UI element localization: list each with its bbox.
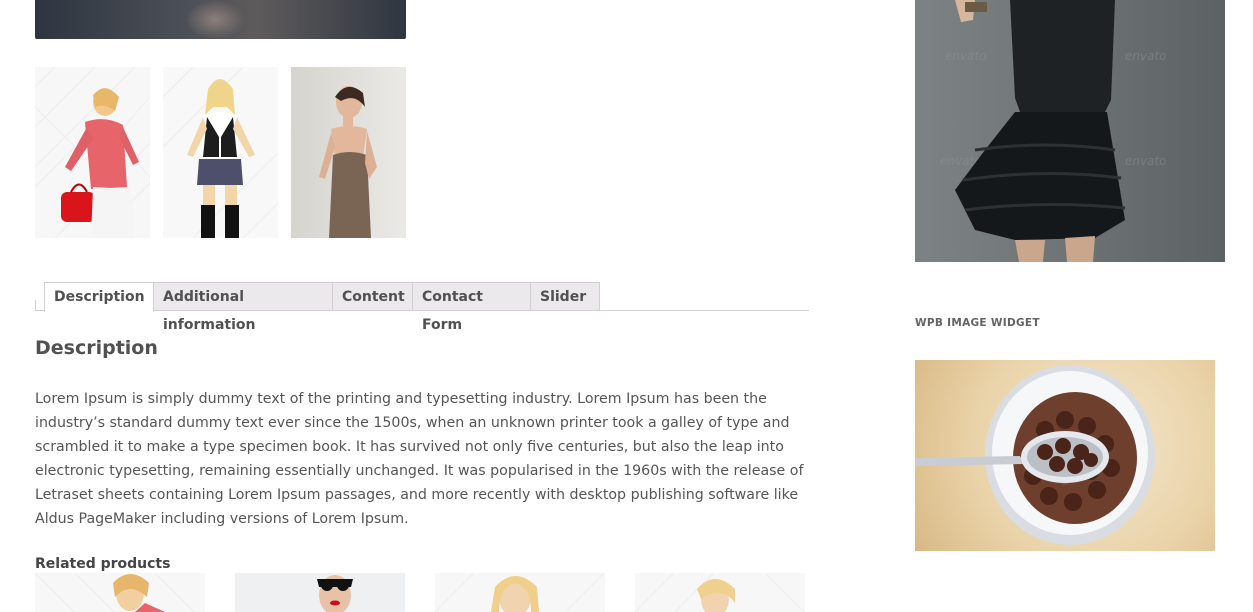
related-product-3[interactable] xyxy=(435,573,605,612)
svg-text:envato: envato xyxy=(1125,154,1167,168)
tab-slider[interactable]: Slider xyxy=(530,282,600,310)
image-widget-picture[interactable] xyxy=(915,360,1215,551)
product-thumbnail-1[interactable] xyxy=(35,67,150,238)
related-product-4[interactable] xyxy=(635,573,805,612)
sidebar-product-image[interactable]: envato envato envato envato envato envat… xyxy=(915,0,1225,262)
description-body: Lorem Ipsum is simply dummy text of the … xyxy=(35,391,804,527)
related-product-2[interactable] xyxy=(235,573,405,612)
product-thumbnail-2[interactable] xyxy=(163,67,278,238)
svg-text:envato: envato xyxy=(1125,49,1167,63)
tab-content[interactable]: Content xyxy=(332,282,413,310)
product-thumbnail-3[interactable] xyxy=(291,67,406,238)
product-main-image[interactable] xyxy=(35,0,406,39)
image-widget-title: WPB IMAGE WIDGET xyxy=(915,317,1040,329)
description-heading: Description xyxy=(35,337,158,359)
related-products-heading: Related products xyxy=(35,556,171,572)
tab-additional-information[interactable]: Additional information xyxy=(153,282,333,333)
tab-contact-form[interactable]: Contact Form xyxy=(412,282,531,333)
tab-description[interactable]: Description xyxy=(44,282,154,312)
svg-text:envato: envato xyxy=(945,49,987,63)
related-product-1[interactable] xyxy=(35,573,205,612)
